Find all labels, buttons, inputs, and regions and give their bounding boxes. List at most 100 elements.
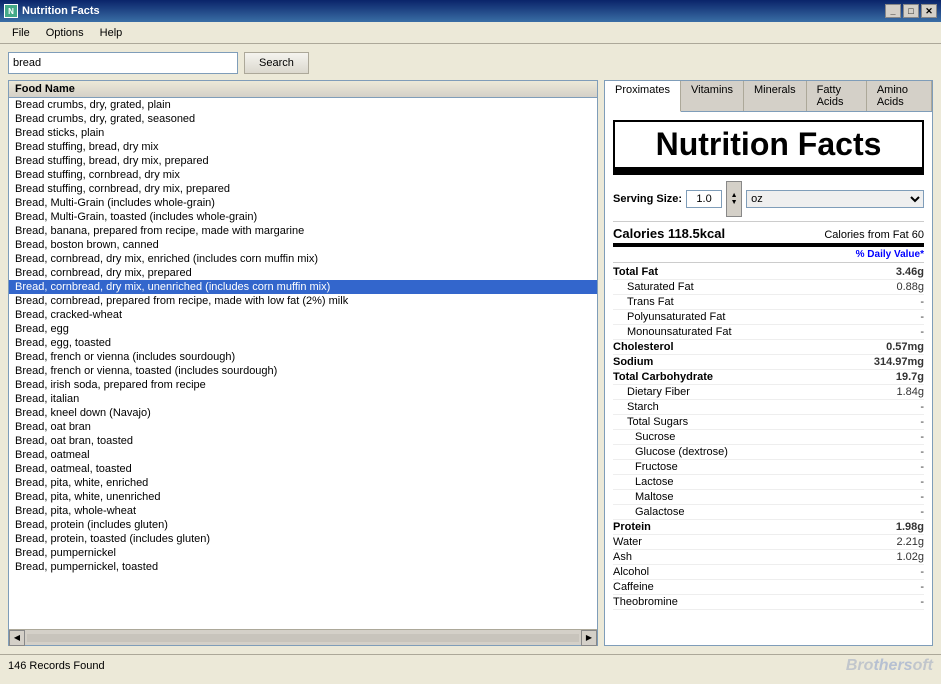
nutrient-row: Total Carbohydrate 19.7g — [613, 370, 924, 385]
food-item[interactable]: Bread, cornbread, prepared from recipe, … — [9, 294, 597, 308]
food-item[interactable]: Bread crumbs, dry, grated, plain — [9, 98, 597, 112]
nutrient-row: Alcohol - — [613, 565, 924, 580]
nutrient-value: - — [920, 566, 924, 578]
minimize-button[interactable]: _ — [885, 4, 901, 18]
food-item[interactable]: Bread stuffing, bread, dry mix — [9, 140, 597, 154]
calories-row: Calories 118.5kcal Calories from Fat 60 — [613, 226, 924, 247]
serving-label: Serving Size: — [613, 193, 682, 205]
nutrient-label: Maltose — [635, 491, 674, 503]
food-item[interactable]: Bread, cornbread, dry mix, unenriched (i… — [9, 280, 597, 294]
daily-value-header: % Daily Value* — [613, 249, 924, 263]
nutrient-row: Caffeine- — [613, 580, 924, 595]
nutrient-value: - — [920, 311, 924, 323]
tab-vitamins[interactable]: Vitamins — [681, 81, 744, 111]
food-item[interactable]: Bread, french or vienna, toasted (includ… — [9, 364, 597, 378]
nutrient-row: Monounsaturated Fat- — [613, 325, 924, 340]
serving-spinner[interactable]: ▲▼ — [726, 181, 742, 217]
nutrient-value: - — [920, 596, 924, 608]
food-item[interactable]: Bread, pita, white, unenriched — [9, 490, 597, 504]
tab-proximates[interactable]: Proximates — [605, 81, 681, 112]
nutrient-label: Lactose — [635, 476, 674, 488]
food-item[interactable]: Bread, pita, whole-wheat — [9, 504, 597, 518]
food-item[interactable]: Bread, cracked-wheat — [9, 308, 597, 322]
nutrient-value: 3.46g — [896, 266, 924, 278]
food-item[interactable]: Bread, protein, toasted (includes gluten… — [9, 532, 597, 546]
tab-fatty-acids[interactable]: Fatty Acids — [807, 81, 867, 111]
search-input[interactable] — [8, 52, 238, 74]
close-button[interactable]: ✕ — [921, 4, 937, 18]
branding-highlight: thers — [873, 657, 912, 674]
title-bar-left: N Nutrition Facts — [4, 4, 100, 18]
food-item[interactable]: Bread stuffing, cornbread, dry mix — [9, 168, 597, 182]
food-item[interactable]: Bread, irish soda, prepared from recipe — [9, 378, 597, 392]
nutrient-value: 314.97mg — [874, 356, 924, 368]
search-bar: Search — [8, 52, 933, 74]
food-item[interactable]: Bread, protein (includes gluten) — [9, 518, 597, 532]
food-item[interactable]: Bread, cornbread, dry mix, prepared — [9, 266, 597, 280]
daily-value-text: % Daily Value* — [856, 249, 924, 260]
food-item[interactable]: Bread, oat bran — [9, 420, 597, 434]
nutrient-label: Water — [613, 536, 642, 548]
food-item[interactable]: Bread, egg, toasted — [9, 336, 597, 350]
nutrient-value: - — [920, 491, 924, 503]
nutrient-label: Sodium — [613, 356, 653, 368]
nutrient-label: Glucose (dextrose) — [635, 446, 728, 458]
horizontal-scrollbar[interactable]: ◀ ▶ — [9, 629, 597, 645]
menu-file[interactable]: File — [4, 25, 38, 41]
food-item[interactable]: Bread crumbs, dry, grated, seasoned — [9, 112, 597, 126]
scroll-left-button[interactable]: ◀ — [9, 630, 25, 646]
nutrient-row: Trans Fat- — [613, 295, 924, 310]
maximize-button[interactable]: □ — [903, 4, 919, 18]
food-item[interactable]: Bread, french or vienna (includes sourdo… — [9, 350, 597, 364]
food-item[interactable]: Bread, pumpernickel — [9, 546, 597, 560]
status-bar: 146 Records Found Brothersoft — [0, 654, 941, 676]
calories-from-fat-label: Calories from Fat — [824, 229, 908, 241]
nutrient-label: Monounsaturated Fat — [627, 326, 732, 338]
nutrient-label: Total Carbohydrate — [613, 371, 713, 383]
tab-minerals[interactable]: Minerals — [744, 81, 807, 111]
food-item[interactable]: Bread, boston brown, canned — [9, 238, 597, 252]
food-item[interactable]: Bread, banana, prepared from recipe, mad… — [9, 224, 597, 238]
calories-label: Calories — [613, 226, 664, 241]
scroll-right-button[interactable]: ▶ — [581, 630, 597, 646]
nutrient-label: Theobromine — [613, 596, 678, 608]
food-item[interactable]: Bread, oatmeal, toasted — [9, 462, 597, 476]
nutrient-value: - — [920, 476, 924, 488]
food-item[interactable]: Bread, Multi-Grain, toasted (includes wh… — [9, 210, 597, 224]
food-item[interactable]: Bread, Multi-Grain (includes whole-grain… — [9, 196, 597, 210]
food-item[interactable]: Bread sticks, plain — [9, 126, 597, 140]
food-item[interactable]: Bread, cornbread, dry mix, enriched (inc… — [9, 252, 597, 266]
food-list-scroll[interactable]: Bread crumbs, dry, grated, plainBread cr… — [9, 98, 597, 629]
food-item[interactable]: Bread, oat bran, toasted — [9, 434, 597, 448]
nutrition-title: Nutrition Facts — [613, 120, 924, 175]
nutrient-rows: Total Fat3.46gSaturated Fat0.88gTrans Fa… — [613, 265, 924, 610]
search-button[interactable]: Search — [244, 52, 309, 74]
nutrient-row: Water2.21g — [613, 535, 924, 550]
nutrient-row: Protein1.98g — [613, 520, 924, 535]
nutrient-value: - — [920, 461, 924, 473]
food-list-header: Food Name — [9, 81, 597, 98]
food-list-header-label: Food Name — [15, 83, 75, 95]
nutrient-row: Starch- — [613, 400, 924, 415]
left-panel: Food Name Bread crumbs, dry, grated, pla… — [8, 80, 598, 646]
food-item[interactable]: Bread, egg — [9, 322, 597, 336]
nutrient-row: Galactose- — [613, 505, 924, 520]
food-item[interactable]: Bread, kneel down (Navajo) — [9, 406, 597, 420]
food-item[interactable]: Bread stuffing, bread, dry mix, prepared — [9, 154, 597, 168]
tabs-bar: Proximates Vitamins Minerals Fatty Acids… — [605, 81, 932, 112]
food-item[interactable]: Bread, pumpernickel, toasted — [9, 560, 597, 574]
serving-size-input[interactable] — [686, 190, 722, 208]
serving-unit-select[interactable]: oz g cup — [746, 190, 924, 208]
food-item[interactable]: Bread, oatmeal — [9, 448, 597, 462]
nutrient-label: Alcohol — [613, 566, 649, 578]
nutrient-row: Maltose - — [613, 490, 924, 505]
nutrient-value: 19.7g — [896, 371, 924, 383]
nutrient-value: - — [920, 416, 924, 428]
food-item[interactable]: Bread, italian — [9, 392, 597, 406]
menu-options[interactable]: Options — [38, 25, 92, 41]
tab-amino-acids[interactable]: Amino Acids — [867, 81, 932, 111]
menu-help[interactable]: Help — [92, 25, 131, 41]
food-item[interactable]: Bread, pita, white, enriched — [9, 476, 597, 490]
food-item[interactable]: Bread stuffing, cornbread, dry mix, prep… — [9, 182, 597, 196]
nutrient-row: Dietary Fiber1.84g — [613, 385, 924, 400]
